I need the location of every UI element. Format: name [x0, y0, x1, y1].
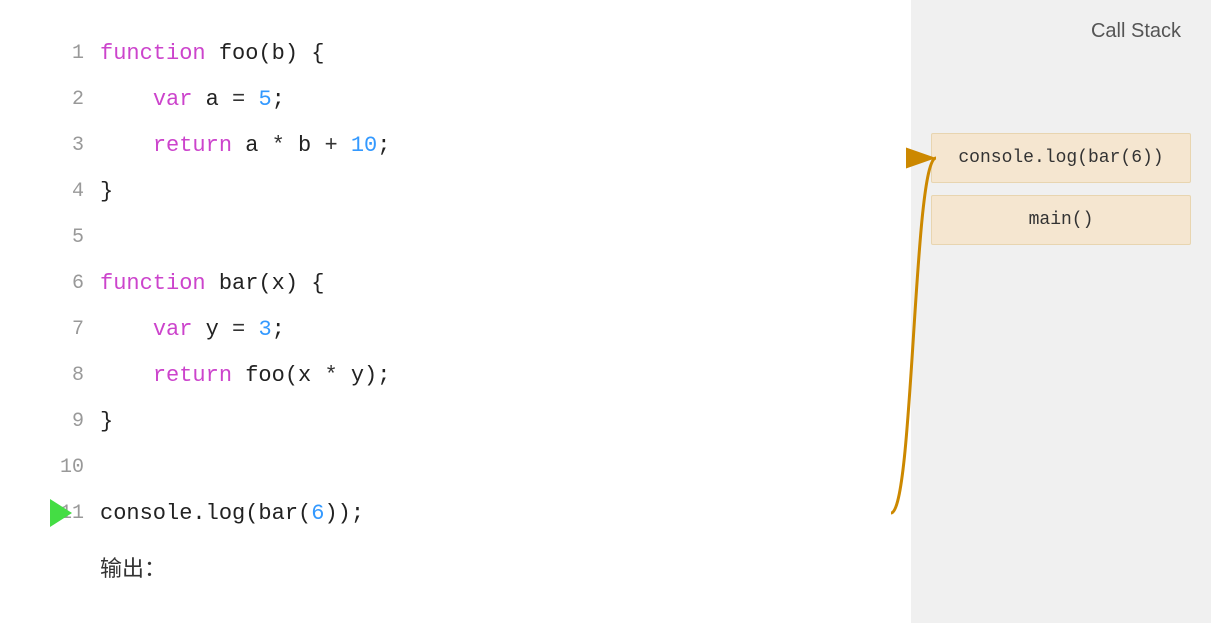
green-arrow-icon — [50, 499, 72, 527]
code-token: * — [324, 363, 337, 388]
code-line: 2 var a = 5; — [60, 76, 911, 122]
code-token: function — [100, 271, 206, 296]
line-content: var a = 5; — [100, 87, 285, 112]
code-token: foo(b) { — [206, 41, 325, 66]
code-token: function — [100, 41, 206, 66]
stack-entry: main() — [931, 195, 1191, 245]
line-number: 5 — [60, 226, 100, 249]
code-token: return — [153, 133, 232, 158]
output-label: 输出： — [100, 551, 166, 583]
code-token: )); — [324, 501, 364, 526]
code-token: 3 — [258, 317, 271, 342]
code-token — [100, 133, 153, 158]
code-token: + — [324, 133, 337, 158]
line-content: return a * b + 10; — [100, 133, 390, 158]
line-number: 3 — [60, 134, 100, 157]
line-number: 6 — [60, 272, 100, 295]
code-token — [245, 317, 258, 342]
code-line: 9} — [60, 398, 911, 444]
code-token: a — [192, 87, 232, 112]
code-line: 7 var y = 3; — [60, 306, 911, 352]
code-token: foo(x — [232, 363, 324, 388]
line-number: 2 — [60, 88, 100, 111]
code-line: 3 return a * b + 10; — [60, 122, 911, 168]
line-content: return foo(x * y); — [100, 363, 390, 388]
code-token: y); — [338, 363, 391, 388]
line-number: 7 — [60, 318, 100, 341]
code-token: * — [272, 133, 285, 158]
code-line: 4} — [60, 168, 911, 214]
code-token: var — [153, 317, 193, 342]
code-token: a — [232, 133, 272, 158]
line-number: 4 — [60, 180, 100, 203]
code-token: var — [153, 87, 193, 112]
line-content: console.log(bar(6)); — [100, 501, 364, 526]
code-token: } — [100, 179, 113, 204]
line-number: 8 — [60, 364, 100, 387]
code-token: 10 — [351, 133, 377, 158]
code-token — [100, 317, 153, 342]
call-stack-title: Call Stack — [1091, 20, 1181, 43]
code-token: ; — [272, 87, 285, 112]
code-token: 6 — [311, 501, 324, 526]
code-line: 1function foo(b) { — [60, 30, 911, 76]
code-token — [100, 363, 153, 388]
line-content: } — [100, 409, 113, 434]
line-content: } — [100, 179, 113, 204]
code-token — [338, 133, 351, 158]
line-number: 1 — [60, 42, 100, 65]
call-stack-panel: Call Stack console.log(bar(6)) main() — [911, 0, 1211, 623]
main-area: 1function foo(b) {2 var a = 5;3 return a… — [0, 0, 911, 623]
code-token: 5 — [258, 87, 271, 112]
code-token — [100, 87, 153, 112]
code-line: 8 return foo(x * y); — [60, 352, 911, 398]
code-token: } — [100, 409, 113, 434]
code-line: 10 — [60, 444, 911, 490]
code-token: bar(x) { — [206, 271, 325, 296]
code-block: 1function foo(b) {2 var a = 5;3 return a… — [60, 30, 911, 536]
line-number: 9 — [60, 410, 100, 433]
code-line: 5 — [60, 214, 911, 260]
current-line-arrow — [50, 499, 72, 527]
stack-entry: console.log(bar(6)) — [931, 133, 1191, 183]
code-token: = — [232, 317, 245, 342]
code-token: ; — [377, 133, 390, 158]
line-number: 10 — [60, 456, 100, 479]
code-token: y — [192, 317, 232, 342]
code-token: b — [285, 133, 325, 158]
line-content: function foo(b) { — [100, 41, 324, 66]
code-token: ; — [272, 317, 285, 342]
line-content: var y = 3; — [100, 317, 285, 342]
code-token: return — [153, 363, 232, 388]
code-line: 6function bar(x) { — [60, 260, 911, 306]
line-content: function bar(x) { — [100, 271, 324, 296]
call-stack-entries: console.log(bar(6)) main() — [931, 133, 1191, 245]
code-token: console.log(bar( — [100, 501, 311, 526]
code-token: = — [232, 87, 245, 112]
code-token — [245, 87, 258, 112]
code-line: 11console.log(bar(6)); — [60, 490, 911, 536]
